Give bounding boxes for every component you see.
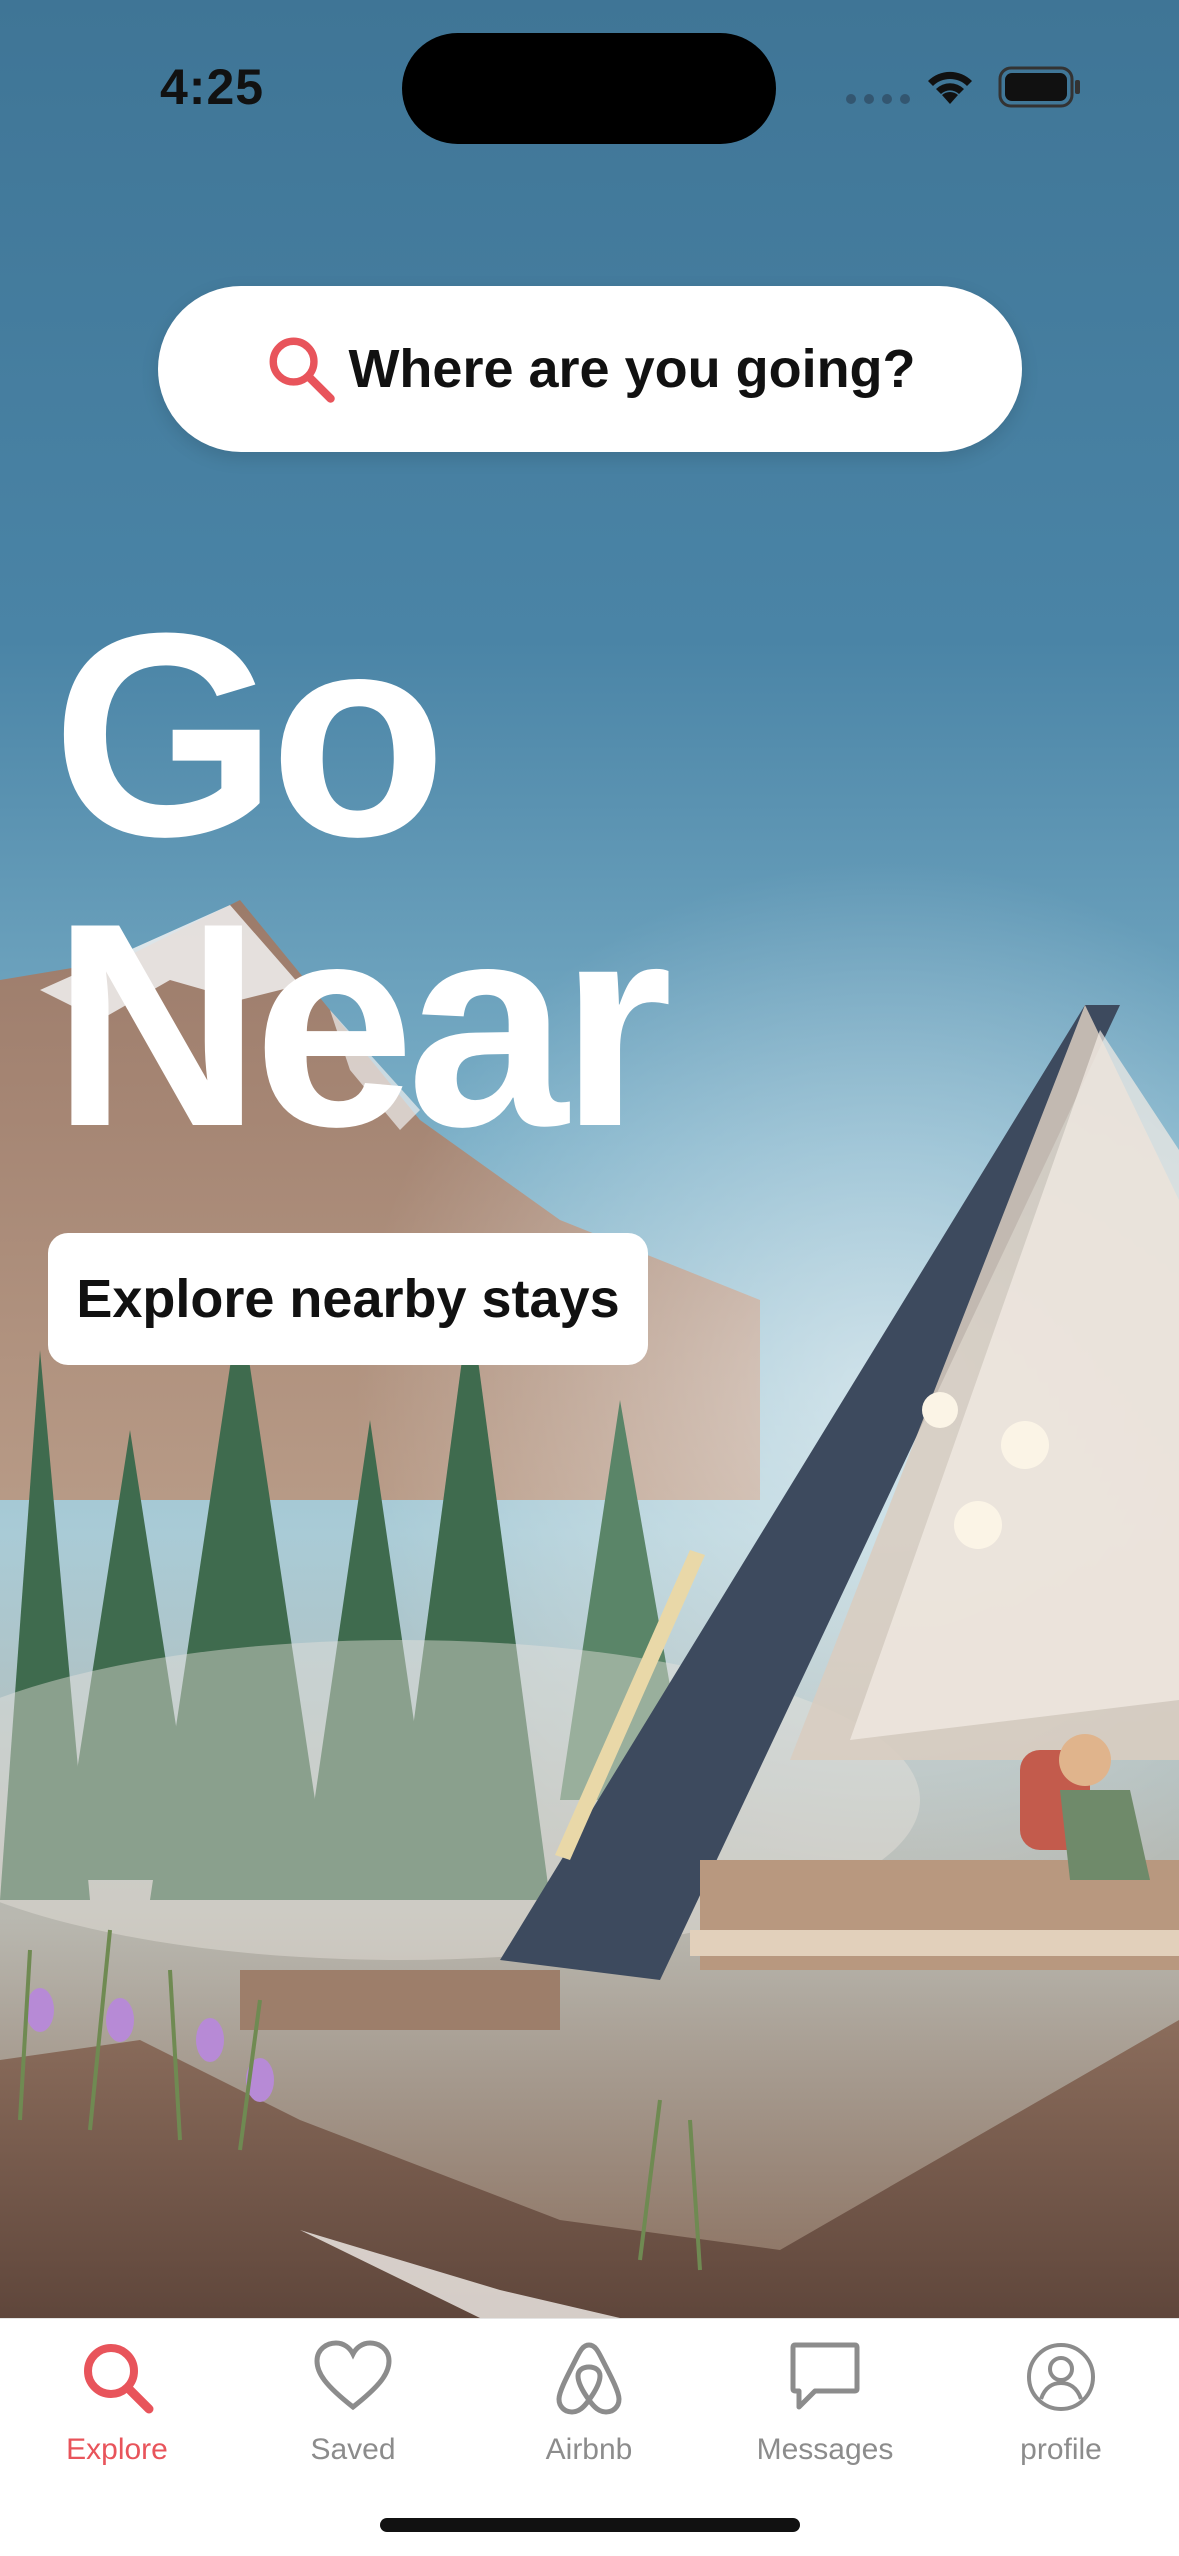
tab-label: Explore: [66, 2433, 168, 2466]
search-icon: [270, 337, 336, 403]
battery-icon: [998, 66, 1080, 108]
hero-headline: Go Near: [52, 573, 673, 1187]
tab-profile[interactable]: profile: [961, 2337, 1161, 2487]
wifi-icon: [928, 71, 972, 104]
status-time: 4:25: [160, 59, 265, 115]
search-icon: [84, 2344, 154, 2414]
app-screen: 4:25 Where are you going? Go Near Explor…: [0, 0, 1179, 2556]
tab-saved[interactable]: Saved: [253, 2337, 453, 2487]
heart-icon: [314, 2340, 392, 2411]
tab-label: profile: [1020, 2433, 1102, 2466]
tab-label: Messages: [756, 2433, 894, 2466]
home-indicator[interactable]: [380, 2518, 800, 2532]
tab-label: Airbnb: [545, 2433, 633, 2466]
profile-icon: [1027, 2343, 1095, 2411]
cellular-signal-icon: [846, 94, 910, 104]
explore-nearby-button[interactable]: Explore nearby stays: [48, 1233, 648, 1365]
headline-line-2: Near: [52, 863, 673, 1187]
tab-messages[interactable]: Messages: [725, 2337, 925, 2487]
tab-explore[interactable]: Explore: [17, 2337, 217, 2487]
headline-line-1: Go: [52, 573, 447, 897]
dynamic-island: [402, 33, 776, 144]
tab-airbnb[interactable]: Airbnb: [489, 2337, 689, 2487]
search-placeholder: Where are you going?: [348, 339, 916, 399]
chat-bubble-icon: [790, 2342, 860, 2410]
airbnb-logo-icon: [556, 2342, 622, 2415]
search-bar[interactable]: Where are you going?: [158, 286, 1022, 452]
tab-label: Saved: [310, 2433, 396, 2466]
